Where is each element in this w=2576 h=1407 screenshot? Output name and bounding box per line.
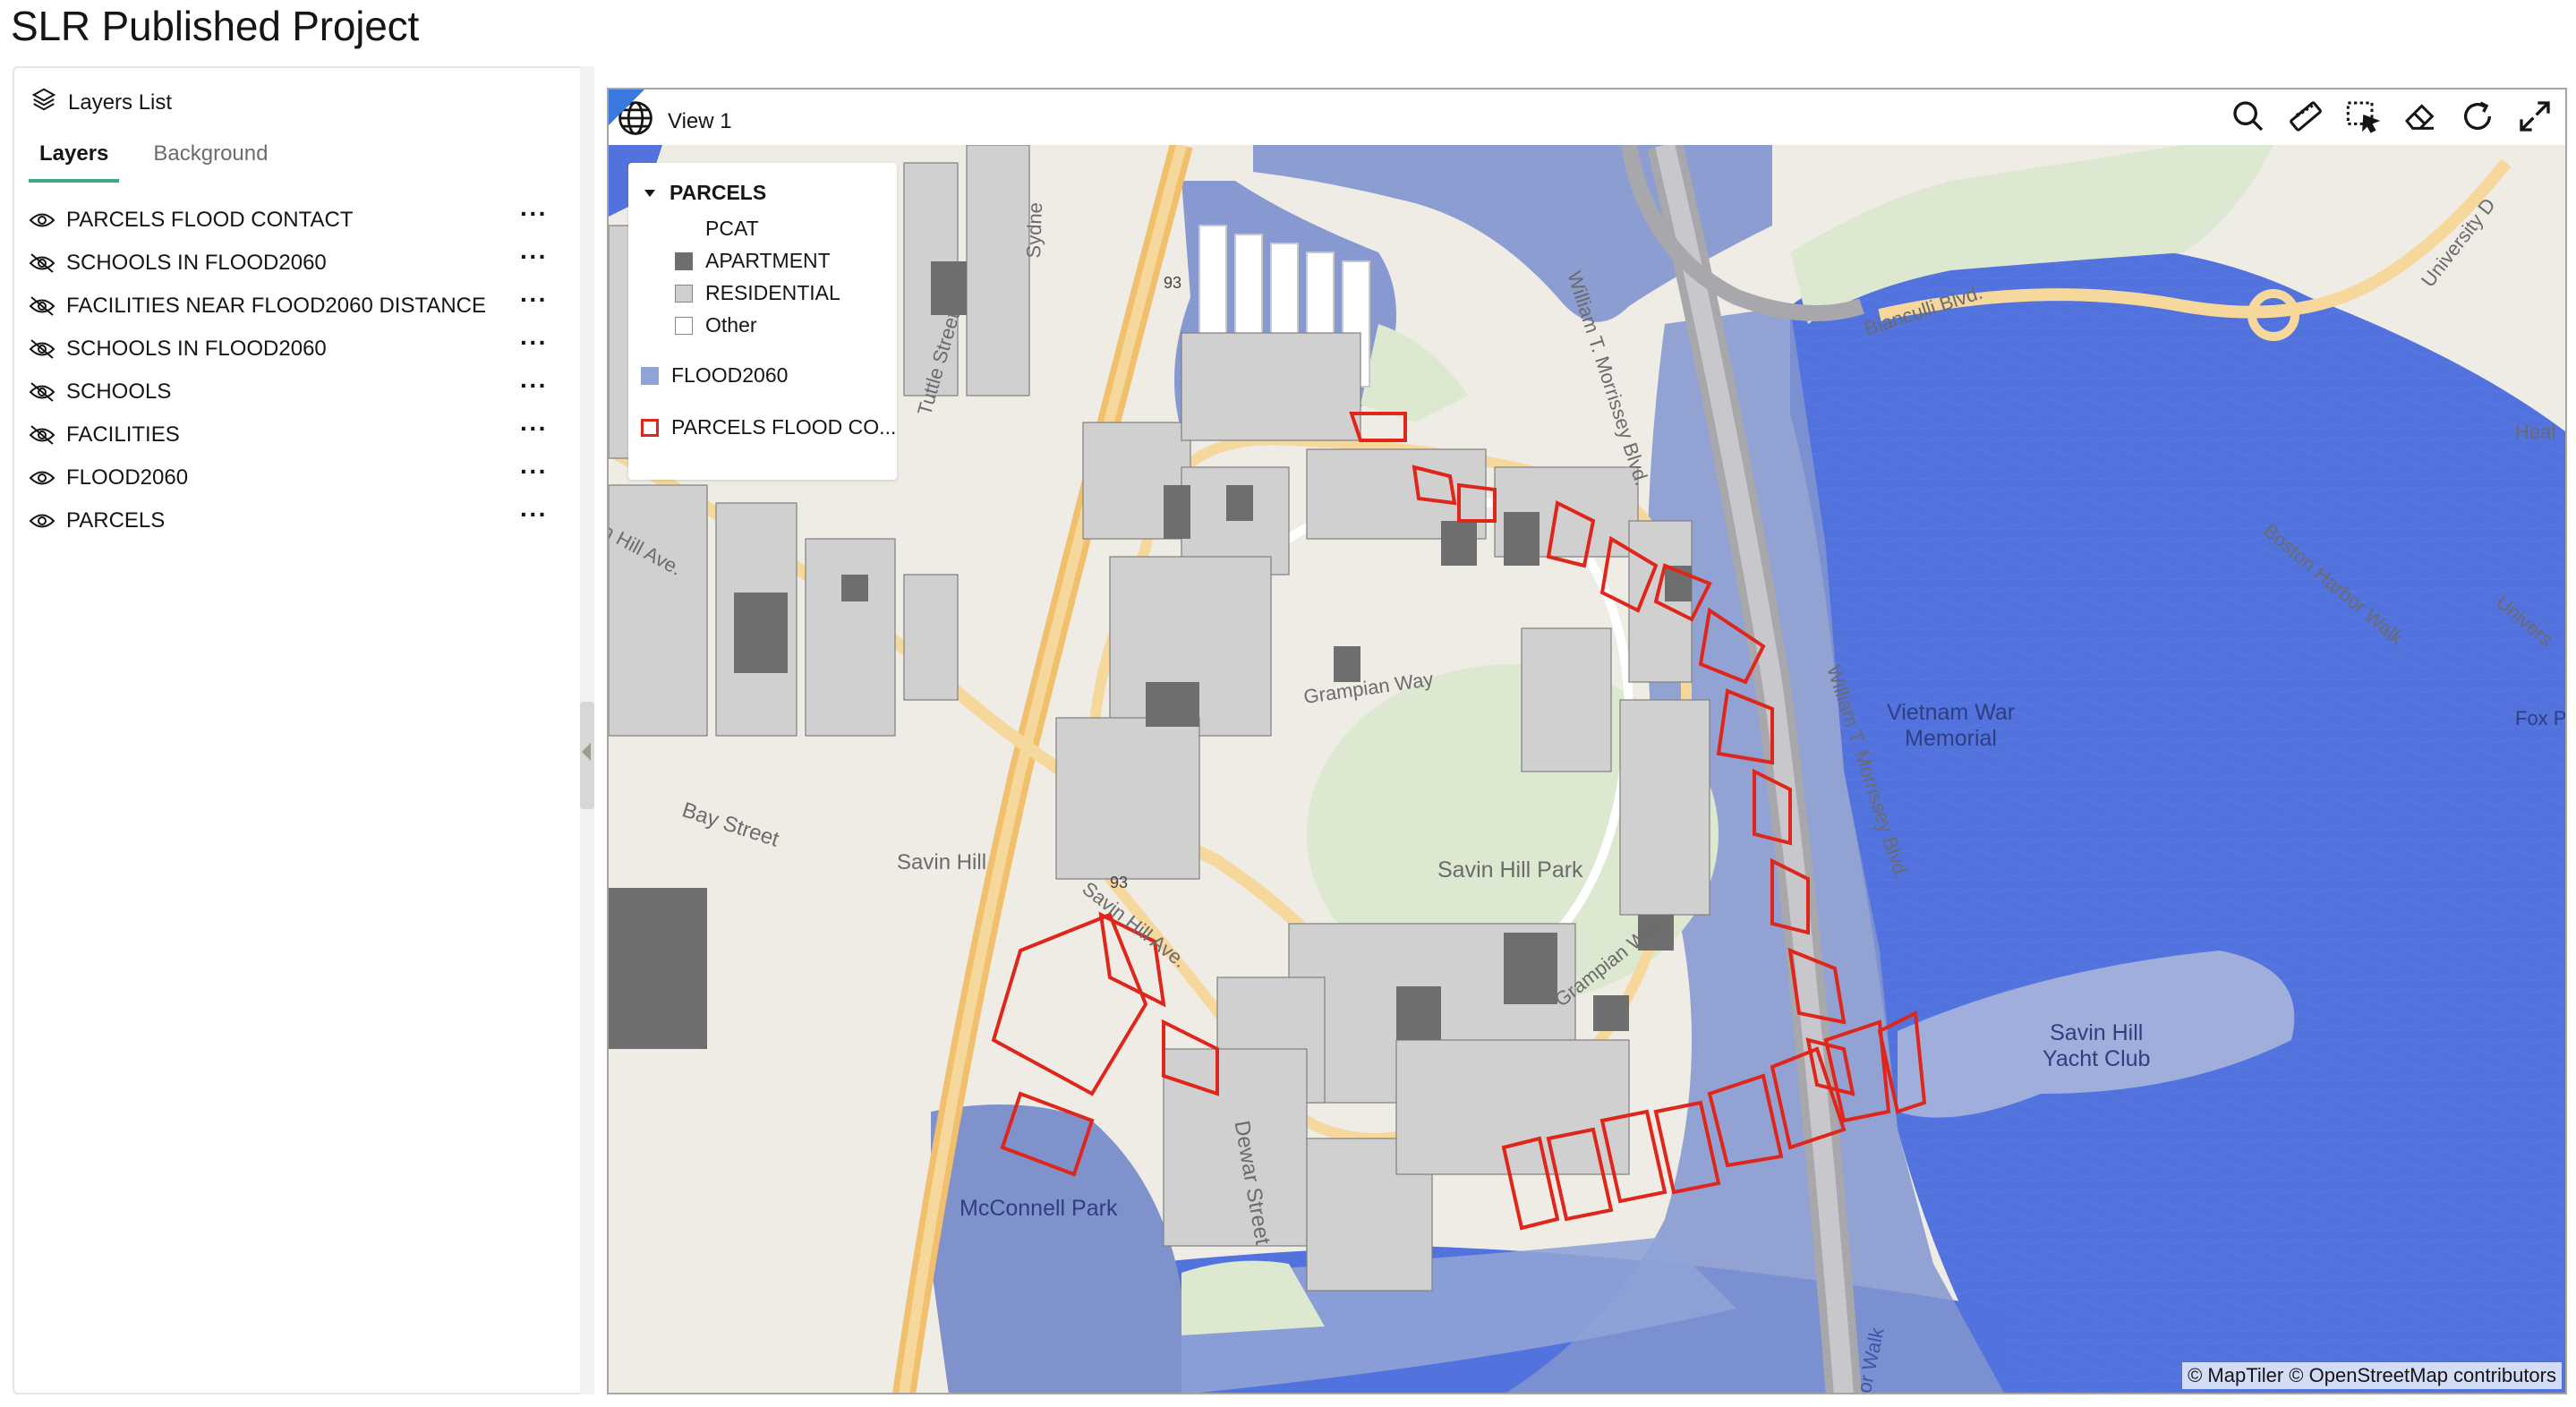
more-options-icon[interactable]: ··· [520, 373, 548, 398]
layers-list-header: Layers List [30, 86, 172, 119]
legend-field-label: PCAT [705, 217, 759, 240]
map-label-heal: Heal [2515, 421, 2556, 443]
residential-swatch [675, 284, 693, 303]
collapse-arrow-icon[interactable] [582, 743, 591, 761]
map-tools [2231, 95, 2553, 138]
legend-contact-label: PARCELS FLOOD CO... [671, 415, 897, 439]
layer-row[interactable]: PARCELS FLOOD CONTACT ··· [27, 199, 564, 242]
eye-off-icon[interactable] [27, 334, 57, 364]
route-93-mid: 93 [1110, 874, 1128, 891]
layer-name: PARCELS FLOOD CONTACT [66, 208, 354, 232]
legend-item-other: Other [675, 313, 757, 337]
tab-background[interactable]: Background [142, 141, 278, 183]
map-label-yacht-club: Savin Hill Yacht Club [2043, 1020, 2151, 1071]
more-options-icon[interactable]: ··· [520, 502, 548, 527]
layer-name: SCHOOLS IN FLOOD2060 [66, 251, 327, 275]
other-swatch [675, 316, 693, 335]
layer-row[interactable]: SCHOOLS ··· [27, 371, 564, 414]
layer-name: FACILITIES [66, 422, 180, 447]
route-93-top: 93 [1164, 274, 1181, 292]
map-label-fox-p: Fox P [2515, 707, 2567, 729]
map-view[interactable]: View 1 93 93 PARCELS PCAT APARTMENT RESI… [607, 88, 2567, 1394]
more-options-icon[interactable]: ··· [520, 201, 548, 226]
caret-down-icon[interactable] [644, 189, 655, 197]
view-title: View 1 [616, 98, 732, 144]
view-toolbar: View 1 [609, 90, 2565, 145]
layer-name: PARCELS [66, 508, 166, 533]
legend-other-label: Other [705, 313, 757, 337]
layer-row[interactable]: FACILITIES NEAR FLOOD2060 DISTANCE ··· [27, 285, 564, 328]
legend-item-flood2060: FLOOD2060 [641, 363, 788, 388]
map-legend: PARCELS PCAT APARTMENT RESIDENTIAL Other… [628, 163, 897, 480]
select-area-icon[interactable] [2345, 95, 2381, 138]
map-label-savin-hill: Savin Hill [897, 850, 987, 874]
eye-off-icon[interactable] [27, 420, 57, 450]
legend-item-residential: RESIDENTIAL [675, 281, 840, 305]
fullscreen-icon[interactable] [2517, 95, 2553, 138]
map-label-savin-hill-park: Savin Hill Park [1437, 857, 1583, 883]
layers-panel: Layers List Layers Background PARCELS FL… [13, 66, 594, 1394]
legend-residential-label: RESIDENTIAL [705, 281, 840, 304]
tab-layers[interactable]: Layers [29, 141, 120, 183]
flood-swatch [641, 366, 659, 385]
layers-tabs: Layers Background [29, 141, 278, 183]
layer-name: FACILITIES NEAR FLOOD2060 DISTANCE [66, 294, 487, 318]
flood-contact-swatch [641, 418, 659, 437]
eye-icon[interactable] [27, 205, 57, 235]
legend-group-title: PARCELS [670, 181, 767, 204]
map-label-mcconnell-park: McConnell Park [960, 1196, 1118, 1221]
legend-item-apartment: APARTMENT [675, 249, 831, 273]
legend-field: PCAT [705, 217, 759, 241]
eye-off-icon[interactable] [27, 291, 57, 321]
eraser-icon[interactable] [2402, 95, 2438, 138]
layer-name: SCHOOLS [66, 379, 172, 404]
legend-flood-label: FLOOD2060 [671, 363, 789, 387]
eye-off-icon[interactable] [27, 377, 57, 407]
search-icon[interactable] [2231, 95, 2266, 138]
apartment-swatch [675, 252, 693, 270]
layer-name: SCHOOLS IN FLOOD2060 [66, 337, 327, 361]
layer-row[interactable]: FLOOD2060 ··· [27, 456, 564, 499]
map-label-vietnam-memorial: Vietnam War Memorial [1887, 700, 2016, 751]
eye-icon[interactable] [27, 463, 57, 493]
more-options-icon[interactable]: ··· [520, 459, 548, 484]
layer-row[interactable]: SCHOOLS IN FLOOD2060 ··· [27, 242, 564, 285]
map-label-sydne: Sydne [1022, 201, 1047, 259]
more-options-icon[interactable]: ··· [520, 287, 548, 312]
more-options-icon[interactable]: ··· [520, 330, 548, 355]
layer-list: PARCELS FLOOD CONTACT ··· SCHOOLS IN FLOOD… [27, 199, 564, 542]
more-options-icon[interactable]: ··· [520, 244, 548, 269]
legend-item-flood-contact: PARCELS FLOOD CO... [641, 415, 896, 439]
legend-parcels-group[interactable]: PARCELS [644, 181, 766, 205]
ruler-icon[interactable] [2288, 95, 2324, 138]
map-attribution[interactable]: © MapTiler © OpenStreetMap contributors [2182, 1362, 2562, 1389]
eye-off-icon[interactable] [27, 248, 57, 278]
legend-apartment-label: APARTMENT [705, 249, 831, 272]
page-title: SLR Published Project [11, 3, 420, 49]
layers-list-title: Layers List [68, 90, 173, 115]
layer-row[interactable]: FACILITIES ··· [27, 414, 564, 456]
layer-name: FLOOD2060 [66, 465, 189, 490]
view-title-label: View 1 [668, 108, 732, 133]
eye-icon[interactable] [27, 506, 57, 536]
more-options-icon[interactable]: ··· [520, 416, 548, 441]
layer-row[interactable]: PARCELS ··· [27, 499, 564, 542]
layers-stack-icon [30, 86, 57, 119]
layer-row[interactable]: SCHOOLS IN FLOOD2060 ··· [27, 328, 564, 371]
refresh-icon[interactable] [2460, 95, 2495, 138]
